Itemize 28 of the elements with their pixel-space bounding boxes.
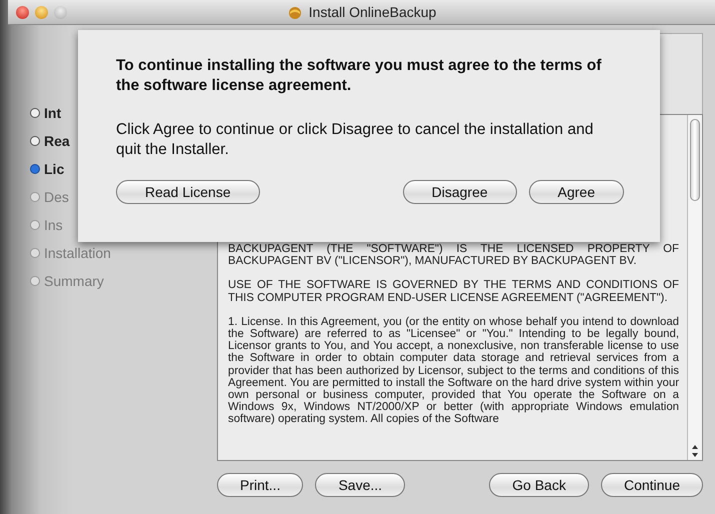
license-paragraph: 1. License. In this Agreement, you (or the entity on whose behalf you intend to download the Software) are referred to as "Licensee" or "You." Intending to be legally bound, Licensor grants to You, and You accept, a nonexclusive, non transferable license to use the Software in order to obtain computer data storage and retrieval services from a provider that has been authorized by Licensor, subject to the terms and conditions of this Agreement. You are permitted to install the Software on the hard drive system within your own personal or business computer, provided that You operate the Software on a Windows 9x, Windows NT/2000/XP or better (with appropriate Windows emulation software) operating system. All copies of the Software: [228, 316, 679, 426]
sheet-button[interactable]: Disagree: [402, 180, 517, 204]
scroll-thumb[interactable]: [690, 119, 700, 201]
minimize-button[interactable]: [35, 6, 48, 18]
step-label: Des: [44, 189, 69, 205]
package-icon: [286, 4, 303, 20]
scroll-bar[interactable]: [687, 115, 702, 460]
step-label: Summary: [44, 273, 104, 289]
license-paragraph: BACKUPAGENT (THE "SOFTWARE") IS THE LICENSED PROPERTY OF BACKUPAGENT BV ("LICENSOR"), MANUFACTURED BY BACKUPAGENT BV.: [228, 243, 679, 268]
license-paragraph: USE OF THE SOFTWARE IS GOVERNED BY THE TERMS AND CONDITIONS OF THIS COMPUTER PROGRAM END-USER LICENSE AGREEMENT ("AGREEMENT").: [228, 279, 679, 304]
scroll-down-icon[interactable]: [691, 452, 699, 458]
step-label: Lic: [44, 161, 64, 177]
footer-button[interactable]: Print...: [217, 473, 304, 497]
footer-button[interactable]: Save...: [315, 473, 406, 497]
step-label: Int: [44, 105, 62, 121]
sheet-message: Click Agree to continue or click Disagree to cancel the installation and quit the Installer.: [116, 120, 594, 160]
zoom-button[interactable]: [54, 6, 67, 18]
step-label: Ins: [44, 217, 63, 233]
footer-button[interactable]: Go Back: [489, 473, 589, 497]
window-title: Install OnlineBackup: [308, 4, 436, 20]
sheet-button[interactable]: Agree: [528, 180, 624, 204]
scroll-up-icon[interactable]: [691, 444, 699, 450]
step-label: Rea: [44, 133, 70, 149]
sheet-title: To continue installing the software you must agree to the terms of the software license agreement.: [116, 56, 602, 96]
close-button[interactable]: [16, 6, 29, 18]
read-license-button[interactable]: Read License: [116, 180, 260, 204]
step-label: Installation: [44, 245, 111, 261]
footer-button[interactable]: Continue: [600, 473, 703, 497]
